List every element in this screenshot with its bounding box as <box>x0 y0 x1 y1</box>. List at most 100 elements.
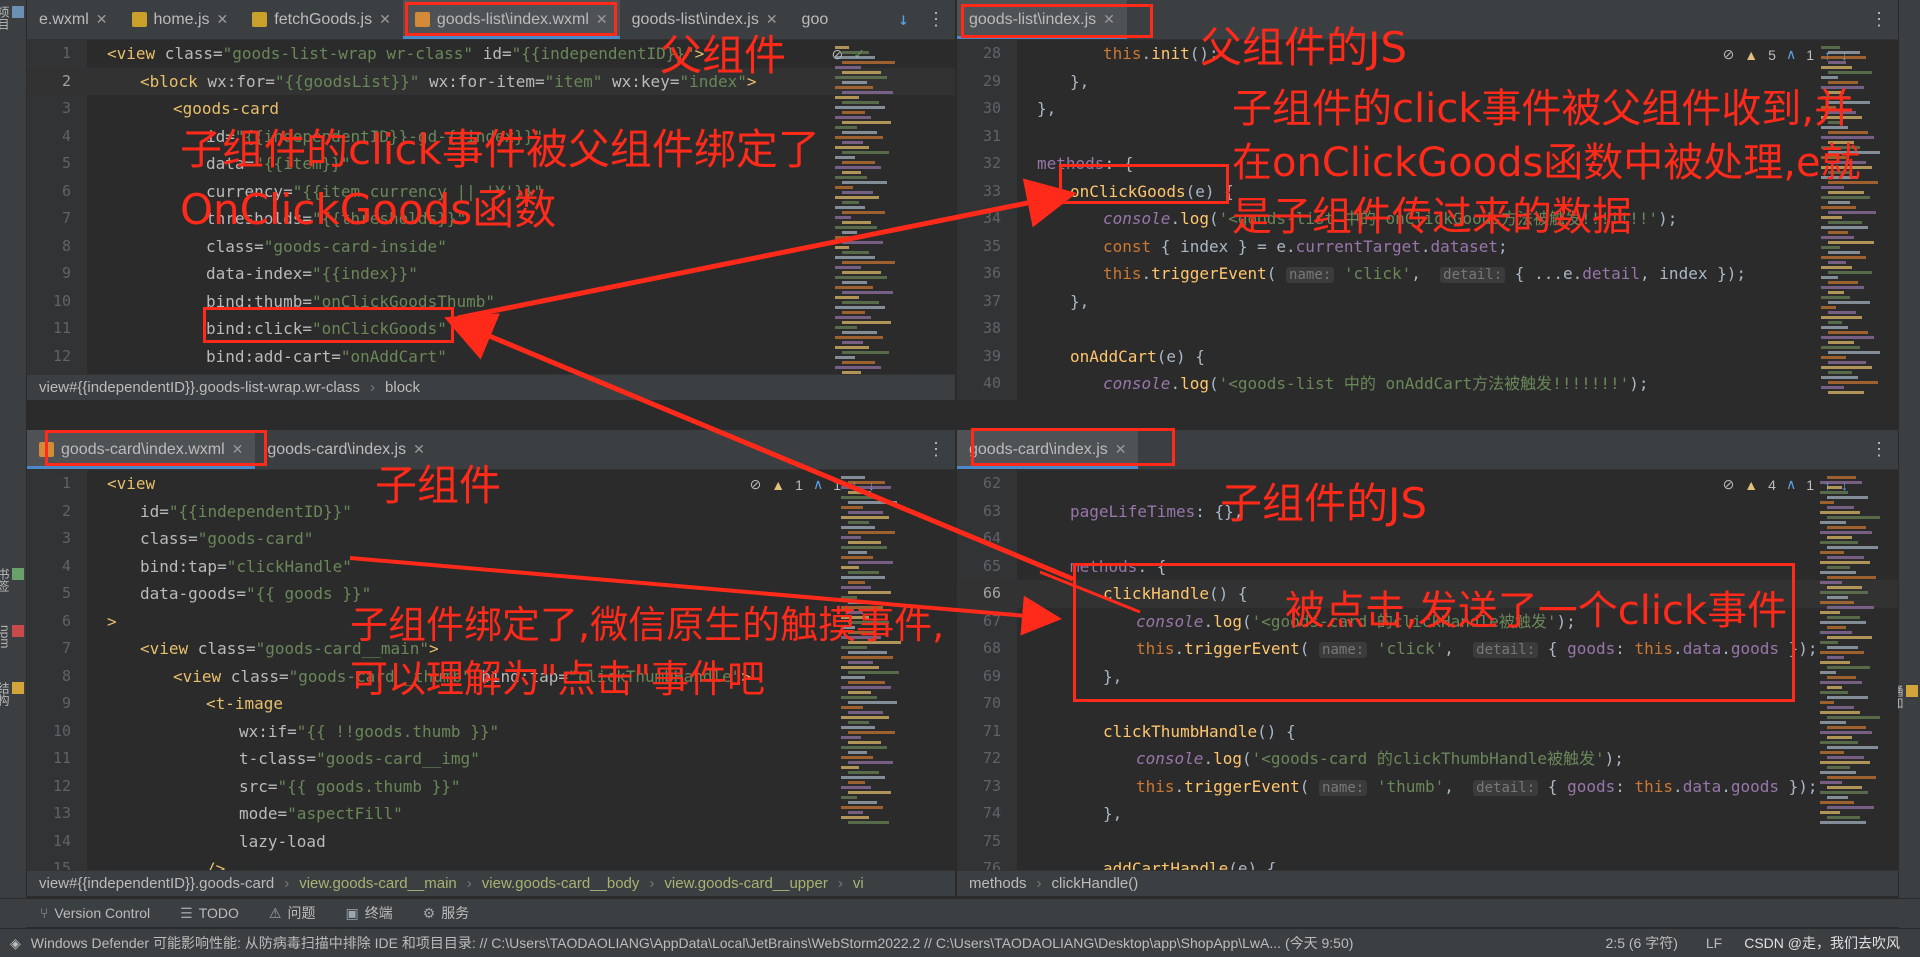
notifications-tool-tab[interactable]: 通知 <box>1890 685 1918 709</box>
line-number[interactable]: 73 <box>957 773 1001 801</box>
line-number[interactable]: 30 <box>957 95 1001 123</box>
line-number[interactable]: 62 <box>957 470 1001 498</box>
breadcrumb-item[interactable]: clickHandle() <box>1052 875 1139 892</box>
line-number[interactable]: 9 <box>27 690 71 718</box>
code-line[interactable]: 71 clickThumbHandle() { <box>957 718 1898 746</box>
code-line[interactable]: 12 src="{{ goods.thumb }}" <box>27 773 955 801</box>
line-number[interactable]: 11 <box>27 315 71 343</box>
tab-goods-card-wxml[interactable]: goods-card\index.wxml ✕ <box>27 430 256 469</box>
code-lines[interactable]: 28 this.init(); 29}, 30}, 31 32 methods: {33 on… <box>957 40 1898 398</box>
minimap[interactable] <box>1818 470 1888 896</box>
code-line[interactable]: 34 console.log('<goods-list 中的 onClickGoo… <box>957 205 1898 233</box>
line-number[interactable]: 34 <box>957 205 1001 233</box>
line-number[interactable]: 13 <box>27 800 71 828</box>
code-line[interactable]: 72 console.log('<goods-card 的clickThumbHa… <box>957 745 1898 773</box>
code-line[interactable]: 63 pageLifeTimes: {}, <box>957 498 1898 526</box>
tab-goods-list-js[interactable]: goods-list\index.js ✕ <box>620 0 790 39</box>
line-number[interactable]: 7 <box>27 205 71 233</box>
code-line[interactable]: 67 console.log('<goods-card 的clickHandle被… <box>957 608 1898 636</box>
code-line[interactable]: 11 t-class="goods-card__img" <box>27 745 955 773</box>
close-icon[interactable]: ✕ <box>766 11 778 28</box>
tab-fetchgoods-js[interactable]: fetchGoods.js ✕ <box>240 0 403 39</box>
line-number[interactable]: 6 <box>27 608 71 636</box>
code-line[interactable]: 4 bind:tap="clickHandle" <box>27 553 955 581</box>
line-number[interactable]: 8 <box>27 233 71 261</box>
close-icon[interactable]: ✕ <box>232 441 244 458</box>
code-line[interactable]: 2 id="{{independentID}}" <box>27 498 955 526</box>
code-line[interactable]: 75 <box>957 828 1898 856</box>
code-line[interactable]: 38 <box>957 315 1898 343</box>
code-line[interactable]: 8 class="goods-card-inside" <box>27 233 955 261</box>
breadcrumb-item[interactable]: vi <box>853 875 864 892</box>
line-number[interactable]: 4 <box>27 553 71 581</box>
code-lines[interactable]: 1 <view 2 id="{{independentID}}" 3 class="goo… <box>27 470 955 883</box>
line-number[interactable]: 65 <box>957 553 1001 581</box>
line-number[interactable]: 40 <box>957 370 1001 398</box>
code-line[interactable]: 14 lazy-load <box>27 828 955 856</box>
code-line[interactable]: 7 <view class="goods-card__main"> <box>27 635 955 663</box>
line-number[interactable]: 33 <box>957 178 1001 206</box>
line-number[interactable]: 75 <box>957 828 1001 856</box>
more-options-icon[interactable]: ⋮ <box>917 430 955 469</box>
line-number[interactable]: 39 <box>957 343 1001 371</box>
line-number[interactable]: 12 <box>27 773 71 801</box>
status-message[interactable]: Windows Defender 可能影响性能: 从防病毒扫描中排除 IDE 和… <box>21 933 1592 953</box>
tab-goods-list-js[interactable]: goods-list\index.js ✕ <box>957 0 1127 39</box>
close-icon[interactable]: ✕ <box>96 11 108 28</box>
code-line[interactable]: 69}, <box>957 663 1898 691</box>
line-number[interactable]: 38 <box>957 315 1001 343</box>
tool-window-terminal[interactable]: ▣ 终端 <box>345 903 392 923</box>
line-number[interactable]: 9 <box>27 260 71 288</box>
code-line[interactable]: 5 data="{{item}}" <box>27 150 955 178</box>
line-number[interactable]: 69 <box>957 663 1001 691</box>
line-number[interactable]: 10 <box>27 288 71 316</box>
code-line[interactable]: 12 bind:add-cart="onAddCart" <box>27 343 955 371</box>
breadcrumb-item[interactable]: view#{{independentID}}.goods-list-wrap.w… <box>39 379 360 396</box>
line-number[interactable]: 36 <box>957 260 1001 288</box>
code-line[interactable]: 9 <t-image <box>27 690 955 718</box>
line-number[interactable]: 68 <box>957 635 1001 663</box>
code-line[interactable]: 66 clickHandle() { <box>957 580 1898 608</box>
code-line[interactable]: 6 > <box>27 608 955 636</box>
npm-tool-tab[interactable]: npm <box>0 625 24 648</box>
code-line[interactable]: 64 <box>957 525 1898 553</box>
line-number[interactable]: 4 <box>27 123 71 151</box>
line-number[interactable]: 3 <box>27 525 71 553</box>
code-line[interactable]: 9 data-index="{{index}}" <box>27 260 955 288</box>
line-number[interactable]: 71 <box>957 718 1001 746</box>
close-icon[interactable]: ✕ <box>1103 11 1115 28</box>
tab-goods-list-wxml[interactable]: goods-list\index.wxml ✕ <box>402 0 620 39</box>
line-number[interactable]: 35 <box>957 233 1001 261</box>
line-number[interactable]: 70 <box>957 690 1001 718</box>
line-number[interactable]: 10 <box>27 718 71 746</box>
breadcrumb-item[interactable]: view.goods-card__body <box>482 875 640 892</box>
tool-window-branch[interactable]: ⑂ Version Control <box>40 903 150 923</box>
code-line[interactable]: 31 <box>957 123 1898 151</box>
tool-window-services[interactable]: ⚙ 服务 <box>423 903 470 923</box>
close-icon[interactable]: ✕ <box>413 441 425 458</box>
code-line[interactable]: 7 thresholds="{{thresholds}}" <box>27 205 955 233</box>
line-number[interactable]: 2 <box>27 68 71 96</box>
line-number[interactable]: 3 <box>27 95 71 123</box>
tool-window-problems[interactable]: ⚠ 问题 <box>269 903 316 923</box>
code-line[interactable]: 70 <box>957 690 1898 718</box>
code-line[interactable]: 5 data-goods="{{ goods }}" <box>27 580 955 608</box>
line-number[interactable]: 67 <box>957 608 1001 636</box>
line-number[interactable]: 1 <box>27 470 71 498</box>
code-line[interactable]: 65 methods: { <box>957 553 1898 581</box>
code-line[interactable]: 3 class="goods-card" <box>27 525 955 553</box>
line-number[interactable]: 6 <box>27 178 71 206</box>
line-number[interactable]: 28 <box>957 40 1001 68</box>
code-line[interactable]: 10 wx:if="{{ !!goods.thumb }}" <box>27 718 955 746</box>
code-line[interactable]: 2 <block wx:for="{{goodsList}}" wx:for-it… <box>27 67 955 96</box>
close-icon[interactable]: ✕ <box>1115 441 1127 458</box>
line-number[interactable]: 12 <box>27 343 71 371</box>
code-line[interactable]: 68 this.triggerEvent( name: 'click', deta… <box>957 635 1898 663</box>
code-line[interactable]: 8 <view class="goods-card__thumb" bind:ta… <box>27 663 955 691</box>
breadcrumb-item[interactable]: view.goods-card__upper <box>664 875 827 892</box>
code-line[interactable]: 10 bind:thumb="onClickGoodsThumb" <box>27 288 955 316</box>
more-options-icon[interactable]: ⋮ <box>917 0 955 39</box>
line-number[interactable]: 31 <box>957 123 1001 151</box>
tab-goo[interactable]: goo <box>790 0 841 39</box>
code-line[interactable]: 62 <box>957 470 1898 498</box>
